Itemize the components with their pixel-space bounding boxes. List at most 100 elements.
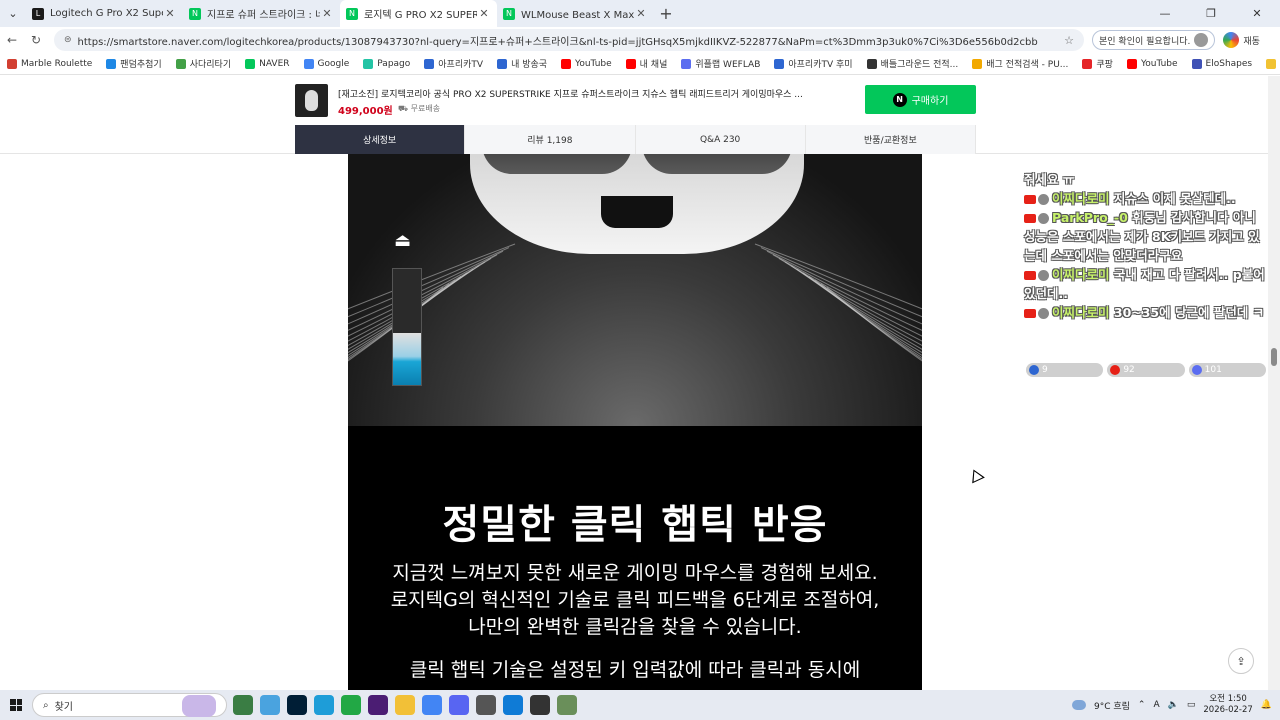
bookmark-favicon-icon	[561, 58, 572, 69]
bookmark-label: Papago	[377, 58, 411, 69]
bookmark-item[interactable]: 쿠팡	[1082, 57, 1113, 70]
bookmark-item[interactable]: 아프리카TV	[424, 57, 483, 70]
detail-tab[interactable]: 반품/교환정보	[805, 125, 976, 154]
start-button[interactable]	[0, 690, 32, 720]
taskbar-app-icon[interactable]	[503, 695, 523, 715]
close-tab-icon[interactable]: ✕	[320, 7, 334, 20]
bookmark-item[interactable]: 사다리타기	[175, 57, 231, 70]
network-icon[interactable]: ▭	[1187, 700, 1196, 710]
reload-button[interactable]: ↻	[24, 33, 48, 47]
taskbar-clock[interactable]: 오전 1:50 2026-02-27	[1203, 694, 1252, 716]
product-title[interactable]: [재고소진] 로지텍코리아 공식 PRO X2 SUPERSTRIKE 지프로 …	[338, 87, 803, 100]
viewer-counter: 101	[1188, 363, 1266, 377]
bookmark-item[interactable]: YouTube	[1126, 58, 1178, 69]
favorite-star-icon[interactable]: ☆	[1064, 34, 1074, 47]
mouse-notch	[601, 196, 673, 228]
taskbar-app-icon[interactable]	[395, 695, 415, 715]
bookmark-item[interactable]: 내 채널	[625, 57, 667, 70]
tab-favicon-icon: N	[346, 7, 358, 20]
browser-tab[interactable]: N 지프로 슈퍼 스트라이크 : 네이버 쇼 ✕	[183, 0, 340, 27]
share-icon[interactable]: ⇪	[1228, 648, 1254, 674]
taskbar-app-icon[interactable]	[449, 695, 469, 715]
bookmark-item[interactable]: NAVER	[245, 58, 290, 69]
ime-icon[interactable]: A	[1153, 700, 1159, 710]
bookmark-item[interactable]: EloShapes	[1191, 58, 1252, 69]
avatar	[1194, 33, 1209, 47]
taskbar-app-icon[interactable]	[530, 695, 550, 715]
page-scrollbar[interactable]	[1268, 76, 1280, 690]
bookmark-item[interactable]: 배그 전적검색 - PU...	[972, 57, 1068, 70]
browser-tab[interactable]: L Logitech G Pro X2 Superstrike vs W ✕	[26, 0, 183, 27]
minimize-button[interactable]: —	[1142, 7, 1188, 20]
weather-icon	[1071, 700, 1086, 710]
tab-search-chevron-icon[interactable]: ⌄	[0, 0, 26, 27]
youtube-icon	[1024, 271, 1036, 280]
bookmark-item[interactable]: 배틀그라운드 전적...	[866, 57, 958, 70]
maximize-button[interactable]: ❐	[1188, 7, 1234, 20]
taskbar-app-icon[interactable]	[422, 695, 442, 715]
detail-tab[interactable]: 리뷰 1,198	[465, 125, 636, 154]
clock-time: 오전 1:50	[1209, 694, 1247, 704]
new-tab-button[interactable]: +	[654, 4, 678, 23]
window-controls: — ❐ ✕	[1142, 7, 1280, 20]
bookmark-item[interactable]: 다른 즐겨찾기	[1266, 57, 1280, 70]
taskbar-app-icon[interactable]	[287, 695, 307, 715]
scroll-thumb[interactable]	[1271, 348, 1277, 366]
copilot-icon[interactable]	[1223, 32, 1240, 48]
chat-avatar	[1038, 270, 1049, 281]
chat-nickname: ParkPro_-0	[1052, 210, 1128, 225]
speed-line	[754, 243, 922, 310]
volume-icon[interactable]: 🔈	[1168, 700, 1179, 710]
profile-label[interactable]: 재동	[1243, 34, 1260, 47]
bookmark-item[interactable]: Marble Roulette	[7, 58, 93, 69]
address-bar[interactable]: ⊜ https://smartstore.naver.com/logitechk…	[54, 29, 1084, 51]
bookmark-item[interactable]: YouTube	[561, 58, 612, 69]
bookmark-item[interactable]: 팬덤추첨기	[106, 57, 162, 70]
platform-icon	[1110, 365, 1121, 375]
close-window-button[interactable]: ✕	[1234, 7, 1280, 20]
product-thumbnail[interactable]	[295, 84, 328, 117]
bookmark-favicon-icon	[7, 58, 17, 69]
address-toolbar: ← ↻ ⊜ https://smartstore.naver.com/logit…	[0, 27, 1280, 53]
tray-chevron-icon[interactable]: ⌃	[1138, 700, 1146, 710]
bookmark-label: 아프리카TV	[438, 60, 484, 70]
bookmark-item[interactable]: Google	[303, 58, 349, 69]
chat-nickname: 이찌다로미	[1052, 191, 1110, 206]
bookmark-item[interactable]: 내 방송국	[497, 57, 547, 70]
speed-line	[820, 283, 922, 361]
speed-line	[778, 257, 922, 337]
buy-button[interactable]: N 구매하기	[865, 85, 976, 114]
bookmark-favicon-icon	[681, 58, 692, 69]
weather-text[interactable]: 9°C 흐림	[1094, 699, 1130, 712]
taskbar-app-icon[interactable]	[260, 695, 280, 715]
bookmark-item[interactable]: 위플랩 WEFLAB	[681, 57, 760, 70]
bookmark-label: Marble Roulette	[21, 58, 93, 69]
close-tab-icon[interactable]: ✕	[477, 7, 491, 20]
mouse-right-window	[642, 154, 792, 174]
youtube-icon	[1024, 309, 1036, 318]
system-tray: 9°C 흐림 ⌃ A 🔈 ▭ 오전 1:50 2026-02-27 🔔	[1071, 694, 1280, 716]
detail-tab[interactable]: 상세정보	[295, 125, 466, 154]
close-tab-icon[interactable]: ✕	[634, 7, 648, 20]
tab-favicon-icon: L	[32, 7, 44, 20]
taskbar-app-icon[interactable]	[314, 695, 334, 715]
platform-icon	[1029, 365, 1039, 375]
taskbar-app-icon[interactable]	[233, 695, 253, 715]
taskbar-app-icon[interactable]	[368, 695, 388, 715]
browser-tab[interactable]: N 로지텍 G PRO X2 SUPERSTRIKE 무 ✕	[340, 0, 497, 27]
back-button[interactable]: ←	[0, 33, 24, 47]
detail-tab[interactable]: Q&A 230	[635, 125, 806, 154]
site-info-icon[interactable]: ⊜	[64, 35, 72, 45]
taskbar-app-icon[interactable]	[557, 695, 577, 715]
bookmark-favicon-icon	[1266, 58, 1277, 69]
identity-verify-chip[interactable]: 본인 확인이 필요합니다.	[1092, 30, 1216, 50]
taskbar-app-icon[interactable]	[476, 695, 496, 715]
chat-message: 이찌다로미 국내 재고 다 팔려서.. p붙어있던데..	[1024, 265, 1270, 303]
close-tab-icon[interactable]: ✕	[163, 7, 177, 20]
browser-tab[interactable]: N WLMouse Beast X Max 무선 8K 초 ✕	[497, 0, 654, 27]
notification-bell-icon[interactable]: 🔔	[1261, 700, 1272, 710]
bookmark-item[interactable]: Papago	[363, 58, 411, 69]
bookmark-item[interactable]: 아프리카TV 후미	[774, 57, 853, 70]
taskbar-search[interactable]: ⌕ 찾기	[32, 693, 227, 717]
taskbar-app-icon[interactable]	[341, 695, 361, 715]
